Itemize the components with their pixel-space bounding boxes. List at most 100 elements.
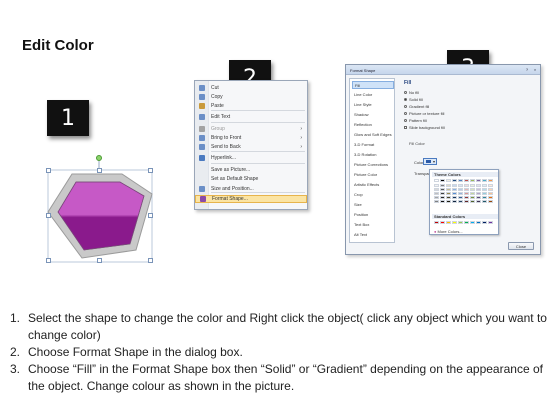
standard-color-swatch[interactable] [452,221,457,224]
shade-color-swatch[interactable] [476,184,481,187]
checkbox[interactable] [404,126,407,129]
shade-color-swatch[interactable] [440,184,445,187]
shade-color-swatch[interactable] [446,188,451,191]
shade-color-swatch[interactable] [476,196,481,199]
menu-item-edit-text[interactable]: Edit Text [195,113,307,121]
shade-color-swatch[interactable] [482,196,487,199]
standard-color-swatch[interactable] [446,221,451,224]
category-text-box[interactable]: Text Box [352,221,394,229]
shade-color-swatch[interactable] [470,184,475,187]
theme-color-swatch[interactable] [434,179,439,182]
shade-color-swatch[interactable] [452,200,457,203]
selected-shape[interactable] [44,150,154,265]
resize-handle-s[interactable] [97,258,102,263]
shade-color-swatch[interactable] [458,200,463,203]
shade-color-swatch[interactable] [464,188,469,191]
rotation-handle[interactable] [96,155,102,161]
standard-color-swatch[interactable] [434,221,439,224]
shade-color-swatch[interactable] [488,200,493,203]
category-size[interactable]: Size [352,201,394,209]
shade-color-swatch[interactable] [434,184,439,187]
shade-color-swatch[interactable] [446,200,451,203]
resize-handle-nw[interactable] [46,168,51,173]
resize-handle-se[interactable] [148,258,153,263]
theme-color-swatch[interactable] [476,179,481,182]
option-solid-fill[interactable]: Solid fill [404,97,423,102]
radio-button[interactable] [404,91,407,94]
shade-color-swatch[interactable] [446,184,451,187]
radio-button[interactable] [404,105,407,108]
menu-item-cut[interactable]: Cut [195,84,307,92]
category-reflection[interactable]: Reflection [352,121,394,129]
theme-color-swatch[interactable] [452,179,457,182]
menu-item-set-as-default-shape[interactable]: Set as Default Shape [195,175,307,183]
menu-item-save-as-picture[interactable]: Save as Picture... [195,166,307,174]
standard-color-swatch[interactable] [476,221,481,224]
shade-color-swatch[interactable] [434,200,439,203]
radio-button[interactable] [404,98,407,101]
category-picture-corrections[interactable]: Picture Corrections [352,161,394,169]
category-line-style[interactable]: Line Style [352,101,394,109]
theme-color-swatch[interactable] [482,179,487,182]
menu-item-send-to-back[interactable]: Send to Back › [195,143,307,151]
shade-color-swatch[interactable] [452,196,457,199]
shade-color-swatch[interactable] [470,200,475,203]
shade-color-swatch[interactable] [488,188,493,191]
close-button[interactable]: Close [508,242,534,250]
menu-item-paste[interactable]: Paste [195,102,307,110]
shade-color-swatch[interactable] [446,196,451,199]
resize-handle-ne[interactable] [148,168,153,173]
category-picture-color[interactable]: Picture Color [352,171,394,179]
shade-color-swatch[interactable] [458,188,463,191]
option-pattern-fill[interactable]: Pattern fill [404,118,427,123]
shade-color-swatch[interactable] [464,196,469,199]
resize-handle-e[interactable] [148,213,153,218]
shade-color-swatch[interactable] [488,184,493,187]
shade-color-swatch[interactable] [488,196,493,199]
shade-color-swatch[interactable] [440,200,445,203]
standard-color-swatch[interactable] [464,221,469,224]
standard-color-swatch[interactable] [440,221,445,224]
theme-color-swatch[interactable] [446,179,451,182]
category-crop[interactable]: Crop [352,191,394,199]
shade-color-swatch[interactable] [476,188,481,191]
category-fill[interactable]: Fill [352,81,394,89]
menu-item-format-shape[interactable]: Format Shape... [195,195,307,203]
shade-color-swatch[interactable] [458,192,463,195]
shade-color-swatch[interactable] [464,184,469,187]
color-picker-button[interactable]: ▾ [423,158,437,165]
shade-color-swatch[interactable] [476,192,481,195]
shade-color-swatch[interactable] [482,192,487,195]
theme-color-swatch[interactable] [470,179,475,182]
shade-color-swatch[interactable] [440,192,445,195]
shade-color-swatch[interactable] [476,200,481,203]
more-colors-link[interactable]: ● More Colors... [434,229,463,234]
theme-color-swatch[interactable] [488,179,493,182]
radio-button[interactable] [404,119,407,122]
standard-color-swatch[interactable] [470,221,475,224]
shade-color-swatch[interactable] [482,184,487,187]
menu-item-bring-to-front[interactable]: Bring to Front › [195,134,307,142]
shade-color-swatch[interactable] [470,196,475,199]
category-3-d-rotation[interactable]: 3-D Rotation [352,151,394,159]
menu-item-copy[interactable]: Copy [195,93,307,101]
category-3-d-format[interactable]: 3-D Format [352,141,394,149]
theme-color-swatch[interactable] [440,179,445,182]
option-slide-background-fill[interactable]: Slide background fill [404,125,445,130]
category-glow-and-soft-edges[interactable]: Glow and Soft Edges [352,131,394,139]
shade-color-swatch[interactable] [452,192,457,195]
help-button[interactable]: ? [524,67,530,72]
category-line-color[interactable]: Line Color [352,91,394,99]
resize-handle-w[interactable] [46,213,51,218]
shade-color-swatch[interactable] [488,192,493,195]
theme-color-swatch[interactable] [458,179,463,182]
shade-color-swatch[interactable] [482,188,487,191]
option-gradient-fill[interactable]: Gradient fill [404,104,429,109]
category-alt-text[interactable]: Alt Text [352,231,394,239]
shade-color-swatch[interactable] [458,196,463,199]
resize-handle-n[interactable] [97,168,102,173]
theme-color-swatch[interactable] [464,179,469,182]
menu-item-group[interactable]: Group › [195,125,307,133]
category-shadow[interactable]: Shadow [352,111,394,119]
shade-color-swatch[interactable] [452,188,457,191]
